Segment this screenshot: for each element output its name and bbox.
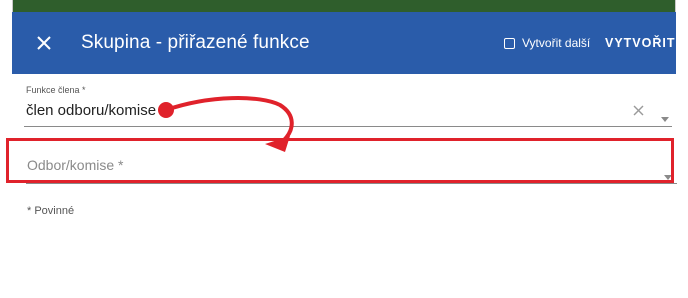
annotation-arrow-path bbox=[164, 96, 294, 142]
annotation-arrow bbox=[158, 96, 294, 152]
annotation-arrow-head bbox=[265, 136, 290, 152]
